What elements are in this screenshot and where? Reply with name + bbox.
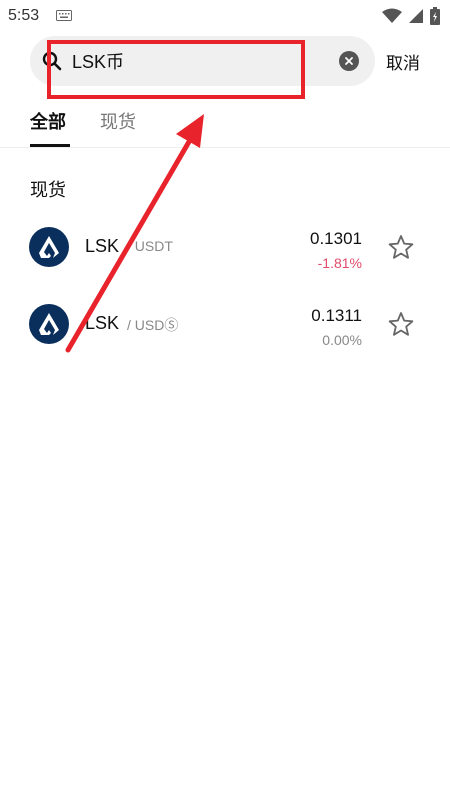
coin-logo: [29, 304, 69, 344]
coin-price: 0.1301: [310, 229, 362, 248]
status-time: 5:53: [8, 7, 40, 24]
search-bar: [30, 36, 375, 86]
coin-base: LSK: [85, 236, 120, 256]
lisk-logo-icon: [39, 313, 59, 335]
status-bar: 5:53: [0, 0, 450, 32]
coin-logo: [29, 227, 69, 267]
section-title: 现货: [30, 180, 66, 200]
cancel-button[interactable]: 取消: [386, 49, 420, 74]
coin-base: LSK: [85, 313, 120, 333]
battery-icon: [430, 7, 440, 25]
search-icon: [42, 51, 62, 71]
result-row[interactable]: LSK / USDT 0.1301 -1.81%: [0, 211, 450, 281]
tab-all[interactable]: 全部: [30, 108, 66, 134]
signal-icon: [409, 9, 423, 23]
close-icon: [345, 57, 353, 65]
result-row[interactable]: LSK / USDⓈ 0.1311 0.00%: [0, 288, 450, 358]
status-icons: [382, 7, 440, 25]
tab-divider: [0, 147, 450, 148]
tab-spot[interactable]: 现货: [100, 108, 136, 134]
coin-price: 0.1311: [311, 306, 362, 325]
coin-quote: / USDⓈ: [127, 317, 179, 333]
coin-quote: / USDT: [127, 238, 173, 254]
lisk-logo-icon: [39, 236, 59, 258]
coin-change: -1.81%: [317, 255, 362, 271]
annotation-arrow: [65, 114, 204, 353]
coin-change: 0.00%: [322, 332, 362, 348]
star-icon[interactable]: [388, 234, 414, 260]
wifi-icon: [382, 8, 402, 23]
star-icon[interactable]: [388, 311, 414, 337]
keyboard-icon: [56, 10, 72, 21]
clear-search-button[interactable]: [339, 51, 359, 71]
search-input[interactable]: [72, 36, 332, 86]
